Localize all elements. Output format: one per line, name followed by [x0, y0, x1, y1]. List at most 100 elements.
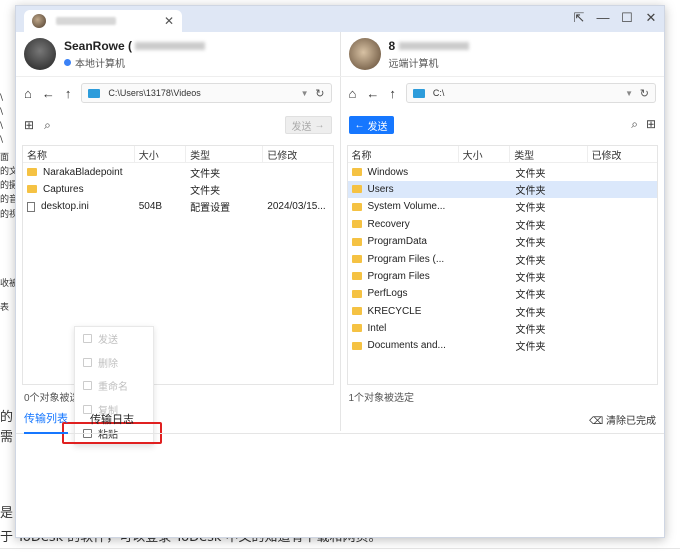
file-type: 文件夹 — [515, 325, 546, 337]
clear-completed-button[interactable]: ⌫ 清除已完成 — [589, 412, 656, 427]
file-transfer-window: ✕ ⇱ — ☐ ✕ SeanRowe ( 本地计算机 8 远端计算机 ⌂ ← ↑… — [15, 5, 665, 538]
menu-item-rename[interactable]: 重命名 — [75, 374, 153, 398]
local-sub: 本地计算机 — [75, 58, 125, 70]
table-row[interactable]: PerfLogs 文件夹 — [348, 285, 658, 302]
menu-item-delete[interactable]: 删除 — [75, 351, 153, 375]
table-row[interactable]: Users 文件夹 — [347, 180, 657, 199]
send-button[interactable]: 发送 → — [284, 116, 332, 134]
file-type: 文件夹 — [515, 238, 546, 250]
folder-icon — [351, 220, 362, 229]
pin-icon[interactable]: ⇱ — [572, 10, 586, 26]
up-icon[interactable]: ↑ — [65, 86, 72, 101]
file-type: 文件夹 — [515, 272, 546, 284]
send-button[interactable]: ← 发送 — [348, 116, 394, 134]
close-tab-icon[interactable]: ✕ — [164, 14, 174, 28]
col-size[interactable]: 大小 — [459, 146, 511, 163]
tab-transfer-list[interactable]: 传输列表 — [24, 404, 68, 434]
bg-fragment: 表 — [0, 303, 10, 313]
bg-fragment: 面 — [0, 153, 10, 163]
remote-file-list: 名称 大小 类型 已修改 Windows 文件夹 Users 文件夹 System Vo… — [346, 145, 658, 385]
minimize-button[interactable]: — — [596, 10, 610, 26]
search-icon[interactable]: ⌕ — [631, 117, 638, 132]
table-row[interactable]: desktop.ini 504B 配置设置 2024/03/15... — [23, 198, 333, 215]
folder-icon — [27, 167, 37, 176]
table-row[interactable]: Windows 文件夹 — [348, 163, 658, 180]
folder-icon — [351, 254, 362, 263]
table-row[interactable]: Program Files (... 文件夹 — [348, 250, 658, 267]
col-modified[interactable]: 已修改 — [588, 146, 657, 162]
local-path-input[interactable]: C:\Users\13178\Videos ▼ ↻ — [81, 83, 332, 103]
delete-icon — [83, 357, 92, 367]
new-folder-icon[interactable]: ⊞ — [646, 117, 656, 132]
maximize-button[interactable]: ☐ — [620, 10, 634, 26]
search-icon[interactable]: ⌕ — [44, 118, 51, 133]
title-bar: ✕ ⇱ — ☐ ✕ — [16, 6, 664, 32]
col-modified[interactable]: 已修改 — [263, 146, 332, 162]
chevron-down-icon[interactable]: ▼ — [301, 89, 309, 98]
folder-icon — [351, 272, 362, 281]
file-name: Captures — [43, 183, 84, 195]
table-row[interactable]: Program Files 文件夹 — [348, 268, 658, 285]
new-folder-icon[interactable]: ⊞ — [24, 118, 34, 132]
folder-icon — [351, 185, 362, 194]
file-name: Recovery — [367, 218, 410, 230]
table-row[interactable]: System Volume... 文件夹 — [348, 198, 658, 215]
local-file-list: 名称 大小 类型 已修改 NarakaBladepoint 文件夹 Captures… — [22, 145, 334, 385]
peer-header: SeanRowe ( 本地计算机 8 远端计算机 — [16, 32, 664, 77]
col-size[interactable]: 大小 — [135, 146, 187, 163]
window-controls: ⇱ — ☐ ✕ — [572, 10, 658, 26]
session-tab-title — [56, 17, 116, 25]
close-button[interactable]: ✕ — [644, 10, 658, 26]
refresh-icon[interactable]: ↻ — [640, 87, 649, 100]
folder-icon — [351, 324, 362, 333]
transfer-tabs: 传输列表 传输日志 ⌫ 清除已完成 — [16, 404, 664, 434]
local-status-dot — [64, 58, 71, 66]
remote-status: 1个对象被选定 — [348, 393, 415, 404]
session-tab[interactable]: ✕ — [24, 10, 182, 32]
file-size: 504B — [138, 201, 163, 213]
table-row[interactable]: ProgramData 文件夹 — [348, 233, 658, 250]
bg-fragment: \ — [0, 135, 4, 145]
home-icon[interactable]: ⌂ — [349, 86, 357, 101]
remote-pane: ⌂ ← ↑ C:\ ▼ ↻ ← 发送 ⌕ ⊞ 名称 大小 类型 已修改 Wind… — [339, 77, 665, 431]
bg-fragment: 需 — [0, 430, 14, 445]
local-name: SeanRowe ( — [64, 38, 133, 53]
folder-icon — [351, 289, 362, 298]
table-row[interactable]: NarakaBladepoint 文件夹 — [23, 163, 333, 180]
table-row[interactable]: KRECYCLE 文件夹 — [348, 303, 658, 320]
file-name: KRECYCLE — [367, 305, 422, 317]
back-icon[interactable]: ← — [42, 86, 55, 101]
table-row[interactable]: Intel 文件夹 — [348, 320, 658, 337]
table-row[interactable]: Recovery 文件夹 — [348, 216, 658, 233]
chevron-down-icon[interactable]: ▼ — [625, 89, 633, 98]
file-type: 文件夹 — [515, 203, 546, 215]
file-name: Documents and... — [367, 340, 446, 352]
file-type: 文件夹 — [515, 290, 546, 302]
folder-icon — [351, 341, 362, 350]
tab-transfer-log[interactable]: 传输日志 — [90, 405, 134, 433]
col-type[interactable]: 类型 — [510, 146, 588, 163]
table-row[interactable]: Documents and... 文件夹 — [348, 337, 658, 354]
up-icon[interactable]: ↑ — [389, 86, 396, 101]
home-icon[interactable]: ⌂ — [24, 86, 32, 101]
remote-avatar — [348, 38, 381, 70]
col-type[interactable]: 类型 — [186, 146, 264, 163]
col-name[interactable]: 名称 — [23, 146, 135, 163]
file-type: 文件夹 — [515, 255, 546, 267]
folder-icon — [351, 202, 362, 211]
back-icon[interactable]: ← — [366, 86, 379, 101]
menu-item-send[interactable]: 发送 — [75, 327, 153, 351]
col-name[interactable]: 名称 — [348, 146, 459, 163]
table-row[interactable]: Captures 文件夹 — [23, 181, 333, 198]
local-pane: ⌂ ← ↑ C:\Users\13178\Videos ▼ ↻ ⊞ ⌕ 发送 → … — [16, 77, 340, 445]
file-type: 文件夹 — [515, 185, 546, 197]
file-name: Users — [367, 183, 394, 195]
file-name: System Volume... — [367, 201, 446, 213]
remote-path-input[interactable]: C:\ ▼ ↻ — [405, 83, 656, 103]
bg-fragment: \ — [0, 121, 4, 131]
computer-icon — [88, 88, 101, 98]
local-path: C:\Users\13178\Videos — [108, 88, 201, 98]
refresh-icon[interactable]: ↻ — [315, 87, 324, 100]
file-name: desktop.ini — [41, 201, 89, 213]
file-type: 配置设置 — [190, 203, 231, 215]
